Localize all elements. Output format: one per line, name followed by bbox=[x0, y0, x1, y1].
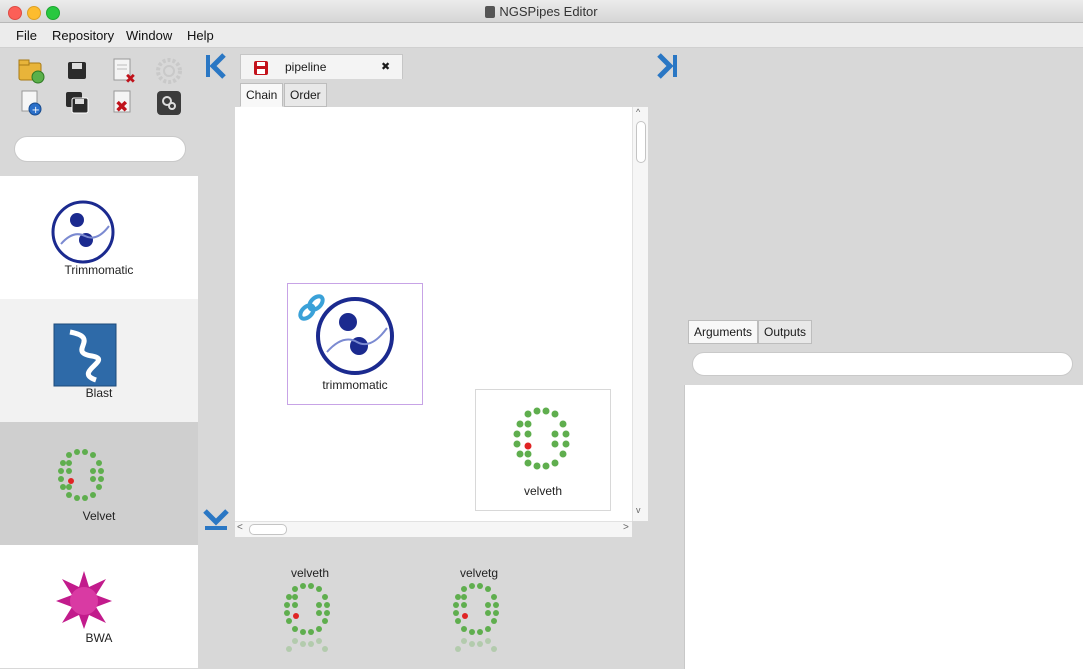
palette-item-velvetg[interactable]: velvetg bbox=[439, 537, 519, 669]
tool-search-input[interactable] bbox=[14, 136, 186, 162]
velvet-logo-icon bbox=[58, 449, 104, 501]
blast-logo-icon bbox=[53, 323, 117, 387]
arguments-search-input[interactable] bbox=[692, 352, 1073, 376]
tab-label: pipeline bbox=[285, 60, 327, 74]
trimmomatic-logo-icon bbox=[316, 297, 394, 375]
tool-item-blast[interactable]: Blast bbox=[0, 299, 198, 422]
title-bar: NGSPipes Editor bbox=[0, 0, 1083, 23]
canvas-horizontal-scrollbar[interactable]: < > bbox=[235, 521, 632, 537]
save-icon[interactable] bbox=[64, 57, 92, 85]
app-icon bbox=[485, 6, 496, 18]
tab-outputs[interactable]: Outputs bbox=[758, 320, 813, 344]
pipeline-node-velveth[interactable]: velveth bbox=[475, 389, 611, 511]
pipeline-node-trimmomatic[interactable]: trimmomatic bbox=[287, 283, 423, 405]
svg-text:✖: ✖ bbox=[125, 72, 136, 85]
delete-file-icon[interactable]: ✖ bbox=[110, 57, 138, 87]
tool-label: Velvet bbox=[82, 509, 116, 523]
open-folder-icon[interactable] bbox=[17, 57, 45, 85]
configure-icon[interactable] bbox=[155, 89, 183, 117]
tab-arguments[interactable]: Arguments bbox=[688, 320, 759, 344]
canvas-vertical-scrollbar[interactable]: ^ v bbox=[632, 107, 648, 521]
delete-document-icon[interactable]: ✖ bbox=[110, 89, 138, 117]
properties-panel bbox=[684, 385, 1083, 669]
velvet-logo-icon bbox=[513, 407, 570, 470]
menu-window[interactable]: Window bbox=[126, 28, 172, 43]
palette-label: velveth bbox=[290, 566, 330, 580]
tab-pipeline[interactable]: pipeline ✖ bbox=[240, 54, 403, 79]
pipeline-file-icon bbox=[254, 61, 268, 75]
scroll-up-arrow-icon[interactable]: ^ bbox=[636, 107, 640, 117]
save-all-icon[interactable] bbox=[64, 89, 92, 117]
bwa-logo-icon bbox=[56, 571, 112, 629]
svg-text:✖: ✖ bbox=[115, 97, 128, 116]
vertical-scroll-thumb[interactable] bbox=[636, 121, 646, 163]
tool-item-trimmomatic[interactable]: Trimmomatic bbox=[0, 176, 198, 299]
palette-label: velvetg bbox=[459, 566, 499, 580]
node-label: trimmomatic bbox=[322, 378, 388, 392]
velvet-logo-icon bbox=[453, 583, 499, 652]
menu-repository[interactable]: Repository bbox=[52, 28, 114, 43]
scroll-down-arrow-icon[interactable]: v bbox=[636, 505, 641, 515]
settings-gear-icon[interactable] bbox=[155, 57, 183, 85]
scroll-right-arrow-icon[interactable]: > bbox=[623, 522, 629, 533]
collapse-right-icon[interactable] bbox=[653, 53, 679, 79]
tool-label: Trimmomatic bbox=[64, 263, 134, 277]
velvet-logo-icon bbox=[284, 583, 330, 652]
collapse-left-icon[interactable] bbox=[204, 53, 230, 79]
tool-label: Blast bbox=[85, 386, 113, 400]
pipeline-canvas[interactable]: trimmomatic velveth bbox=[235, 107, 632, 521]
tool-item-velvet[interactable]: Velvet bbox=[0, 422, 198, 545]
tab-close-icon[interactable]: ✖ bbox=[381, 60, 390, 73]
tool-label: BWA bbox=[85, 631, 113, 645]
node-label: velveth bbox=[523, 484, 563, 498]
new-file-icon[interactable]: + bbox=[17, 89, 45, 117]
step-palette: velveth velvetg bbox=[199, 537, 684, 669]
horizontal-scroll-thumb[interactable] bbox=[249, 524, 287, 535]
tab-order[interactable]: Order bbox=[284, 83, 327, 107]
scroll-left-arrow-icon[interactable]: < bbox=[237, 522, 243, 533]
menu-file[interactable]: File bbox=[16, 28, 37, 43]
menu-help[interactable]: Help bbox=[187, 28, 214, 43]
palette-item-velveth[interactable]: velveth bbox=[270, 537, 350, 669]
svg-text:+: + bbox=[32, 105, 40, 116]
window-title: NGSPipes Editor bbox=[0, 4, 1083, 19]
tab-chain[interactable]: Chain bbox=[240, 83, 284, 107]
trimmomatic-logo-icon bbox=[51, 200, 115, 264]
tool-item-bwa[interactable]: BWA bbox=[0, 545, 198, 668]
collapse-down-icon[interactable] bbox=[203, 505, 229, 531]
menu-bar: File Repository Window Help bbox=[0, 23, 1083, 48]
